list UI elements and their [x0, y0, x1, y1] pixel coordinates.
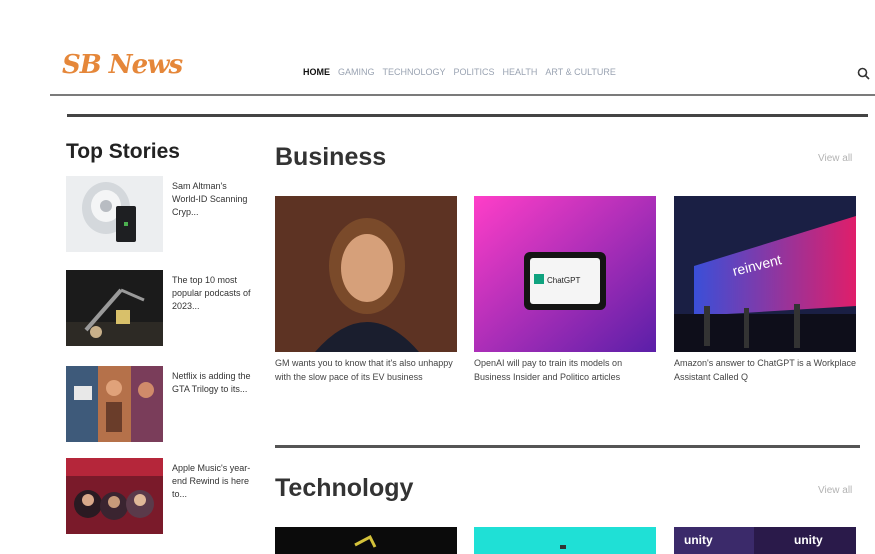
article-caption[interactable]: Amazon's answer to ChatGPT is a Workplac… — [674, 356, 856, 384]
top-story-item[interactable]: Sam Altman's World-ID Scanning Cryp... — [66, 176, 256, 256]
section-divider — [275, 445, 860, 448]
top-story-item[interactable]: Netflix is adding the GTA Trilogy to its… — [66, 366, 256, 446]
story-title[interactable]: Apple Music's year-end Rewind is here to… — [172, 462, 252, 501]
article-card[interactable]: reinvent Amazon's answer to ChatGPT is a… — [674, 196, 856, 384]
story-title[interactable]: Netflix is adding the GTA Trilogy to its… — [172, 370, 252, 396]
story-thumbnail[interactable] — [66, 458, 163, 534]
unity-banner-text: unity — [794, 533, 823, 547]
top-story-item[interactable]: The top 10 most popular podcasts of 2023… — [66, 270, 256, 350]
article-caption[interactable]: OpenAI will pay to train its models on B… — [474, 356, 656, 384]
site-logo[interactable]: SB News — [62, 50, 183, 80]
main-nav: HOME GAMING TECHNOLOGY POLITICS HEALTH A… — [303, 67, 616, 77]
content-divider — [67, 114, 868, 117]
article-card[interactable]: GM wants you to know that it's also unha… — [275, 196, 457, 384]
section-title-technology: Technology — [275, 474, 414, 502]
article-image[interactable]: ChatGPT — [474, 196, 656, 352]
nav-item-art-culture[interactable]: ART & CULTURE — [545, 67, 616, 77]
header-divider — [50, 94, 875, 96]
article-image[interactable] — [275, 527, 457, 554]
technology-view-all-link[interactable]: View all — [818, 485, 852, 496]
nav-item-politics[interactable]: POLITICS — [454, 67, 495, 77]
search-icon[interactable] — [856, 66, 870, 80]
story-thumbnail[interactable] — [66, 176, 163, 252]
top-stories-title: Top Stories — [66, 140, 180, 163]
chatgpt-screen-text: ChatGPT — [547, 276, 580, 285]
story-thumbnail[interactable] — [66, 366, 163, 442]
section-title-business: Business — [275, 143, 387, 171]
article-caption[interactable]: GM wants you to know that it's also unha… — [275, 356, 457, 384]
article-image[interactable] — [275, 196, 457, 352]
story-title[interactable]: The top 10 most popular podcasts of 2023… — [172, 274, 252, 313]
article-image[interactable] — [474, 527, 656, 554]
story-title[interactable]: Sam Altman's World-ID Scanning Cryp... — [172, 180, 252, 219]
nav-item-home[interactable]: HOME — [303, 67, 330, 77]
top-story-item[interactable]: Apple Music's year-end Rewind is here to… — [66, 458, 256, 538]
story-thumbnail[interactable] — [66, 270, 163, 346]
business-view-all-link[interactable]: View all — [818, 153, 852, 164]
nav-item-gaming[interactable]: GAMING — [338, 67, 375, 77]
article-card[interactable]: ChatGPT OpenAI will pay to train its mod… — [474, 196, 656, 384]
site-header: SB News HOME GAMING TECHNOLOGY POLITICS … — [0, 0, 875, 100]
article-image[interactable]: reinvent — [674, 196, 856, 352]
article-image[interactable]: unity unity — [674, 527, 856, 554]
nav-item-health[interactable]: HEALTH — [503, 67, 538, 77]
nav-item-technology[interactable]: TECHNOLOGY — [383, 67, 446, 77]
unity-banner-text: unity — [684, 533, 713, 547]
